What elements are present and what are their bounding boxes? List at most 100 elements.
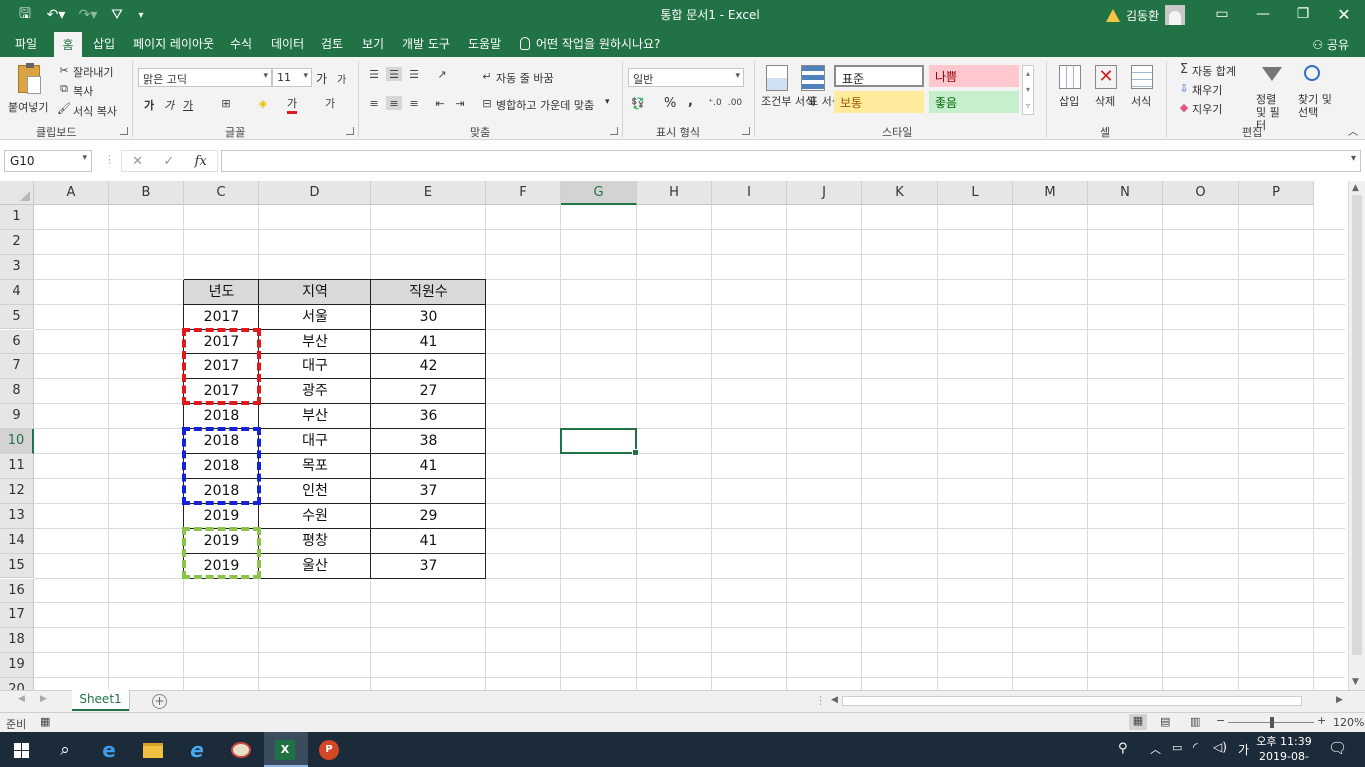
undo-icon[interactable]: ↶▾	[42, 5, 70, 25]
increase-decimal-icon[interactable]: ⁺.0	[707, 96, 723, 110]
table-cell[interactable]: 37	[371, 554, 486, 579]
column-header-e[interactable]: E	[371, 181, 486, 205]
number-launcher-icon[interactable]	[742, 127, 750, 135]
horizontal-scrollbar[interactable]: ◀ ▶	[828, 694, 1349, 709]
next-sheet-icon[interactable]: ▶	[40, 694, 47, 704]
row-header-3[interactable]: 3	[0, 254, 34, 280]
zoom-slider-thumb[interactable]	[1270, 717, 1274, 728]
decrease-decimal-icon[interactable]: .00	[727, 96, 743, 110]
table-cell[interactable]: 목포	[259, 454, 371, 479]
table-cell[interactable]: 서울	[259, 305, 371, 330]
number-format-select[interactable]: 일반	[628, 68, 744, 87]
tab-page-layout[interactable]: 페이지 레이아웃	[133, 35, 214, 52]
row-header-13[interactable]: 13	[0, 503, 34, 529]
zoom-in-icon[interactable]: +	[1317, 714, 1326, 727]
borders-icon[interactable]: ⊞	[218, 96, 234, 110]
column-header-g[interactable]: G	[561, 181, 637, 205]
copy-button[interactable]: 복사	[73, 83, 93, 99]
column-header-j[interactable]: J	[787, 181, 862, 205]
sheet-tab-sheet1[interactable]: Sheet1	[72, 690, 129, 711]
table-cell[interactable]: 37	[371, 479, 486, 504]
column-header-i[interactable]: I	[712, 181, 787, 205]
insert-cells-button[interactable]: 삽입	[1056, 63, 1084, 123]
format-painter-button[interactable]: 서식 복사	[73, 103, 117, 119]
ribbon-display-options-icon[interactable]: ▭	[1210, 4, 1234, 24]
network-icon[interactable]: ◜	[1193, 740, 1198, 754]
row-header-20[interactable]: 20	[0, 678, 34, 690]
column-header-n[interactable]: N	[1088, 181, 1163, 205]
format-as-table-button[interactable]: 표 서식	[798, 63, 842, 123]
format-cells-button[interactable]: 서식	[1128, 63, 1156, 123]
chevron-down-icon[interactable]: ▾	[605, 97, 610, 107]
scroll-left-icon[interactable]: ◀	[831, 695, 838, 705]
column-header-c[interactable]: C	[184, 181, 259, 205]
font-size-select[interactable]: 11	[272, 68, 312, 87]
row-header-12[interactable]: 12	[0, 478, 34, 504]
formula-input[interactable]	[221, 150, 1361, 172]
underline-button[interactable]: 가	[183, 97, 193, 113]
styles-gallery-scroll[interactable]: ▴ ▾ ▿	[1022, 65, 1034, 115]
column-header-h[interactable]: H	[637, 181, 712, 205]
prev-sheet-icon[interactable]: ◀	[18, 694, 25, 704]
phonetic-icon[interactable]: 가	[322, 96, 338, 110]
row-header-9[interactable]: 9	[0, 404, 34, 430]
table-cell[interactable]: 30	[371, 305, 486, 330]
edge-icon[interactable]: e	[96, 737, 122, 763]
align-left-icon[interactable]: ≡	[366, 96, 382, 110]
column-header-m[interactable]: M	[1013, 181, 1088, 205]
row-header-1[interactable]: 1	[0, 205, 34, 230]
name-box[interactable]: G10	[4, 150, 92, 172]
ime-indicator[interactable]: 가	[1238, 741, 1249, 758]
find-select-button[interactable]: 찾기 및 선택	[1296, 63, 1332, 123]
orientation-icon[interactable]: ↗	[434, 67, 450, 81]
table-cell[interactable]: 광주	[259, 379, 371, 404]
cut-button[interactable]: 잘라내기	[73, 64, 113, 80]
style-good[interactable]: 좋음	[929, 91, 1019, 113]
redo-icon[interactable]: ↷▾	[74, 5, 102, 25]
table-cell[interactable]: 38	[371, 429, 486, 454]
chevron-up-icon[interactable]: ︿	[1150, 741, 1161, 757]
column-header-f[interactable]: F	[486, 181, 561, 205]
table-cell[interactable]: 2017	[184, 305, 259, 330]
customize-quick-access-icon[interactable]: ▾	[134, 5, 148, 25]
conditional-format-button[interactable]: 조건부 서식	[760, 63, 815, 123]
column-header-b[interactable]: B	[109, 181, 184, 205]
font-launcher-icon[interactable]	[346, 127, 354, 135]
zoom-level[interactable]: 120%	[1333, 716, 1364, 729]
cancel-icon[interactable]: ✕	[132, 154, 143, 169]
sort-filter-button[interactable]: 정렬 및 필터	[1254, 63, 1288, 132]
macro-record-icon[interactable]: ▦	[40, 715, 50, 728]
paste-button[interactable]: 붙여넣기	[8, 63, 52, 121]
table-cell[interactable]: 41	[371, 454, 486, 479]
table-cell[interactable]: 2018	[184, 404, 259, 429]
format-painter-quick-icon[interactable]: ⛛	[108, 5, 126, 25]
tab-insert[interactable]: 삽입	[93, 35, 115, 52]
style-neutral[interactable]: 보통	[834, 91, 924, 113]
align-center-icon[interactable]: ≡	[386, 96, 402, 110]
scroll-right-icon[interactable]: ▶	[1336, 695, 1343, 705]
column-header-l[interactable]: L	[938, 181, 1013, 205]
fill-button[interactable]: 채우기	[1192, 82, 1222, 98]
powerpoint-icon[interactable]: P	[316, 737, 342, 763]
table-cell[interactable]: 41	[371, 330, 486, 355]
row-header-18[interactable]: 18	[0, 628, 34, 654]
battery-icon[interactable]: ▭	[1172, 741, 1182, 754]
row-header-19[interactable]: 19	[0, 653, 34, 679]
paint-icon[interactable]	[228, 737, 254, 763]
font-color-button[interactable]: 가	[287, 95, 298, 114]
column-header-a[interactable]: A	[34, 181, 109, 205]
collapse-ribbon-icon[interactable]: ︿	[1348, 123, 1358, 138]
table-cell[interactable]: 42	[371, 354, 486, 379]
splitter-handle-icon[interactable]: ⋮	[104, 153, 115, 166]
clock[interactable]: 오후 11:39 2019-08-14	[1254, 734, 1314, 767]
close-button[interactable]: ✕	[1332, 4, 1356, 24]
align-right-icon[interactable]: ≡	[406, 96, 422, 110]
page-break-view-icon[interactable]: ▥	[1190, 715, 1200, 728]
align-top-icon[interactable]: ☰	[366, 67, 382, 81]
shrink-font-button[interactable]: 가	[337, 71, 346, 86]
tab-file[interactable]: 파일	[15, 35, 37, 52]
table-cell[interactable]: 평창	[259, 529, 371, 554]
hscroll-thumb[interactable]	[842, 696, 1302, 706]
row-header-8[interactable]: 8	[0, 379, 34, 405]
row-header-14[interactable]: 14	[0, 528, 34, 554]
